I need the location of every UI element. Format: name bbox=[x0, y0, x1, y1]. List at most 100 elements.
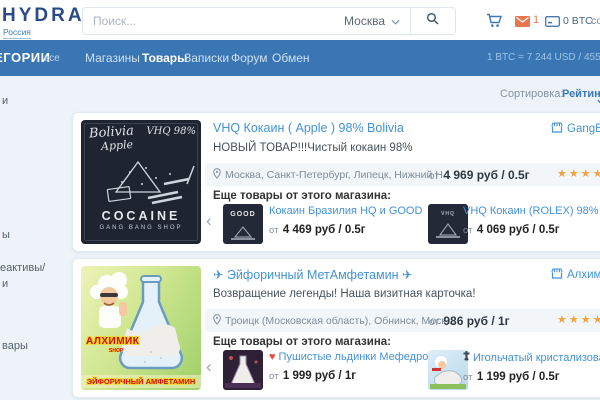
sidebar-item-fragment[interactable]: вары bbox=[2, 340, 28, 352]
storefront-icon bbox=[551, 122, 563, 136]
nav-item-notes[interactable]: Записки bbox=[184, 40, 229, 76]
messages-count-badge: 1 bbox=[533, 14, 539, 26]
nav-item-forum[interactable]: Форум bbox=[231, 40, 267, 76]
more-products-label: Еще товары от этого магазина: bbox=[213, 336, 391, 348]
product-description: Возвращение легенды! Наша визитная карто… bbox=[213, 288, 476, 300]
location-pin-icon bbox=[213, 168, 221, 182]
chalk-drawing bbox=[86, 154, 196, 206]
rating-stars: ★★★★★ bbox=[557, 309, 600, 332]
product-description: НОВЫЙ ТОВАР!!!Чистый кокаин 98% bbox=[213, 142, 412, 154]
vendor-name: GangBang bbox=[567, 123, 600, 135]
wallet-balance[interactable]: 0 BTC bbox=[563, 15, 593, 27]
nav-categories[interactable]: КАТЕГОРИИ bbox=[0, 40, 50, 76]
subproduct[interactable]: ♥ Пушистые льдинки Мефедрон V... от 1 99… bbox=[269, 351, 453, 384]
chevron-down-icon bbox=[391, 14, 400, 28]
header: HYDRA Россия Москва 1 0 bbox=[0, 0, 600, 41]
location-text: Троицк (Московская область), Обнинск, Мо… bbox=[225, 315, 455, 327]
subproduct-title[interactable]: ♥ Пушистые льдинки Мефедрон V... bbox=[269, 351, 453, 363]
vendor-link[interactable]: GangBang bbox=[551, 122, 600, 136]
vendor-link[interactable]: Алхимик bbox=[551, 268, 600, 282]
product-locations: Москва, Санкт-Петербург, Липецк, Нижний … bbox=[213, 163, 452, 186]
product-card: Bolivia Apple VHQ 98% COCAINE GANG BANG … bbox=[72, 112, 600, 252]
nav-categories-all[interactable]: все bbox=[44, 40, 60, 76]
image-brand-sub: SHOP bbox=[109, 348, 123, 354]
subproduct[interactable]: VHQ Кокаин (ROLEX) 98% Colomb от 4 069 р… bbox=[463, 205, 600, 238]
marketplace-page: HYDRA Россия Москва 1 0 bbox=[0, 0, 600, 400]
rating-stars: ★★★★★ bbox=[557, 163, 600, 186]
subproduct-price: от 4 469 руб / 0.5г bbox=[269, 220, 422, 238]
location-pin-icon bbox=[213, 314, 221, 328]
nav-item-shops[interactable]: Магазины bbox=[85, 40, 140, 76]
product-image-amphetamine[interactable]: АЛХИМИК SHOP ЭЙФОРИЧНЫЙ АМФЕТАМИН bbox=[81, 266, 201, 390]
subproduct-price: от 1 199 руб / 0.5г bbox=[463, 367, 600, 385]
needle-icon bbox=[463, 351, 470, 364]
site-logo[interactable]: HYDRA bbox=[2, 5, 85, 27]
product-card: АЛХИМИК SHOP ЭЙФОРИЧНЫЙ АМФЕТАМИН ✈ Эйфо… bbox=[72, 258, 600, 398]
more-products-label: Еще товары от этого магазина: bbox=[213, 190, 391, 202]
cart-icon[interactable] bbox=[486, 13, 503, 33]
image-brand: АЛХИМИК bbox=[86, 336, 139, 347]
messages-icon[interactable] bbox=[515, 14, 530, 32]
price-prefix: от bbox=[429, 171, 439, 182]
subproduct-thumb[interactable]: GOOD bbox=[223, 204, 263, 244]
country-link[interactable]: Россия bbox=[3, 27, 31, 39]
search-button[interactable] bbox=[410, 8, 455, 34]
image-banner: ЭЙФОРИЧНЫЙ АМФЕТАМИН bbox=[81, 375, 201, 388]
search-bar: Москва bbox=[82, 7, 456, 35]
subproduct[interactable]: Кокаин Бразилия HQ и GOOD от 4 469 руб /… bbox=[269, 205, 422, 238]
price-prefix: от bbox=[429, 317, 439, 328]
location-text: Москва, Санкт-Петербург, Липецк, Нижний … bbox=[225, 169, 452, 181]
sidebar-item-fragment[interactable]: ы bbox=[2, 229, 10, 241]
nav-item-exchange[interactable]: Обмен bbox=[272, 40, 310, 76]
thumb-label: GOOD bbox=[223, 211, 263, 218]
sort-dropdown[interactable]: Рейтинг bbox=[562, 88, 600, 100]
header-clipped-text[interactable]: со bbox=[591, 15, 600, 27]
sidebar-item-fragment[interactable]: еактивы/ bbox=[0, 262, 45, 274]
subproduct-thumb[interactable] bbox=[428, 350, 468, 390]
carousel-left-arrow[interactable]: ‹ bbox=[206, 211, 212, 231]
vendor-name: Алхимик bbox=[567, 269, 600, 281]
product-title-link[interactable]: ✈ Эйфоричный МетАмфетамин ✈ bbox=[213, 267, 412, 282]
image-text: Apple bbox=[101, 138, 134, 153]
product-price: от 986 руб / 1г bbox=[429, 309, 510, 332]
region-selector[interactable]: Москва bbox=[334, 14, 410, 28]
thumb-art bbox=[428, 219, 468, 239]
sidebar-item-fragment[interactable]: и bbox=[2, 278, 8, 290]
thumb-label: VHQ bbox=[428, 211, 468, 217]
subproduct-title[interactable]: Кокаин Бразилия HQ и GOOD bbox=[269, 205, 422, 217]
sidebar-item-fragment[interactable]: и bbox=[2, 95, 8, 107]
product-price: от 4 969 руб / 0.5г bbox=[429, 163, 530, 186]
thumb-art bbox=[223, 223, 263, 241]
wallet-icon[interactable] bbox=[545, 14, 560, 32]
subproduct-price: от 4 069 руб / 0.5г bbox=[463, 220, 600, 238]
image-title: COCAINE bbox=[81, 209, 201, 223]
carousel-left-arrow[interactable]: ‹ bbox=[206, 357, 212, 377]
subproduct[interactable]: Игольчатый кристализованный от 1 199 руб… bbox=[463, 351, 600, 385]
subproduct-thumb[interactable]: VHQ bbox=[428, 204, 468, 244]
product-meta-strip: Москва, Санкт-Петербург, Липецк, Нижний … bbox=[205, 163, 600, 186]
subproduct-title[interactable]: VHQ Кокаин (ROLEX) 98% Colomb bbox=[463, 205, 600, 217]
alchemist-art bbox=[81, 266, 201, 390]
subproduct-thumb[interactable] bbox=[223, 350, 263, 390]
sort-label: Сортировка: bbox=[500, 88, 563, 100]
subproduct-price: от 1 999 руб / 1г bbox=[269, 366, 453, 384]
search-input[interactable] bbox=[83, 14, 334, 28]
nav-item-goods[interactable]: Товары bbox=[142, 40, 187, 76]
region-label: Москва bbox=[344, 14, 385, 28]
image-subtitle: GANG BANG SHOP bbox=[81, 225, 201, 231]
product-meta-strip: Троицк (Московская область), Обнинск, Мо… bbox=[205, 309, 600, 332]
product-locations: Троицк (Московская область), Обнинск, Мо… bbox=[213, 309, 455, 332]
main-nav: КАТЕГОРИИ все Магазины Товары Записки Фо… bbox=[0, 40, 600, 76]
price-value: 4 969 руб / 0.5г bbox=[443, 168, 529, 182]
subproduct-title[interactable]: Игольчатый кристализованный bbox=[463, 351, 600, 364]
price-value: 986 руб / 1г bbox=[443, 314, 509, 328]
btc-rate: 1 BTC = 7 244 USD / 455 5 bbox=[487, 40, 600, 76]
thumb-art bbox=[223, 350, 263, 390]
storefront-icon bbox=[551, 268, 563, 282]
image-text: VHQ 98% bbox=[146, 126, 196, 137]
heart-icon: ♥ bbox=[269, 351, 276, 363]
thumb-art bbox=[428, 350, 468, 390]
product-image-cocaine[interactable]: Bolivia Apple VHQ 98% COCAINE GANG BANG … bbox=[81, 120, 201, 244]
product-title-link[interactable]: VHQ Кокаин ( Apple ) 98% Bolivia bbox=[213, 121, 404, 135]
search-icon bbox=[426, 12, 440, 31]
